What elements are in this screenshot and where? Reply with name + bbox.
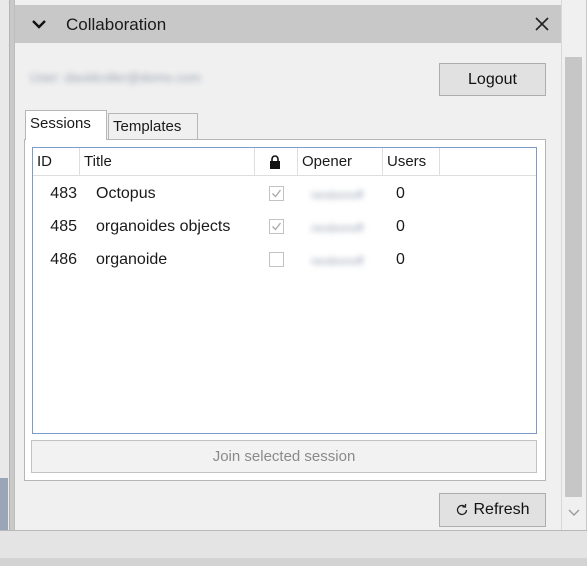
chevron-down-icon[interactable] bbox=[29, 15, 49, 33]
cell-id: 485 bbox=[50, 218, 77, 235]
sessions-list[interactable]: ID Title Opener Users 483 Octopus nesbon… bbox=[32, 147, 537, 434]
panel-title: Collaboration bbox=[66, 15, 167, 34]
cell-id: 486 bbox=[50, 251, 77, 268]
cell-users: 0 bbox=[396, 251, 405, 268]
scrollbar-thumb[interactable] bbox=[565, 57, 582, 497]
lock-checkbox[interactable] bbox=[269, 252, 284, 267]
column-header-id[interactable]: ID bbox=[33, 148, 79, 176]
collaboration-panel: Collaboration User: davidcoller@domo.com… bbox=[14, 0, 562, 530]
tab-sessions[interactable]: Sessions bbox=[25, 110, 107, 140]
column-header-filler bbox=[440, 148, 536, 176]
column-header-title[interactable]: Title bbox=[80, 148, 254, 176]
lock-checkbox[interactable] bbox=[269, 186, 284, 201]
table-row[interactable]: 483 Octopus nesbonoff 0 bbox=[33, 178, 536, 210]
cell-id: 483 bbox=[50, 185, 77, 202]
cell-title: organoide bbox=[96, 251, 168, 268]
cell-users: 0 bbox=[396, 218, 405, 235]
refresh-label: Refresh bbox=[473, 501, 530, 518]
cell-title: organoides objects bbox=[96, 218, 231, 235]
scroll-down-icon[interactable] bbox=[567, 508, 581, 518]
checkmark-icon bbox=[272, 189, 282, 198]
column-header-users[interactable]: Users bbox=[383, 148, 439, 176]
lock-icon bbox=[270, 155, 280, 169]
refresh-icon bbox=[457, 503, 468, 516]
left-edge-accent bbox=[0, 478, 8, 530]
left-window-edge bbox=[0, 0, 10, 565]
cell-title: Octopus bbox=[96, 185, 156, 202]
vertical-scrollbar[interactable] bbox=[561, 0, 586, 530]
lock-checkbox[interactable] bbox=[269, 219, 284, 234]
cell-opener: nesbonoff bbox=[311, 254, 364, 268]
cell-users: 0 bbox=[396, 185, 405, 202]
table-row[interactable]: 485 organoides objects nesbonoff 0 bbox=[33, 211, 536, 243]
table-row[interactable]: 486 organoide nesbonoff 0 bbox=[33, 244, 536, 276]
user-label: User: davidcoller@domo.com bbox=[30, 70, 201, 85]
cell-opener: nesbonoff bbox=[311, 188, 364, 202]
cell-opener: nesbonoff bbox=[311, 221, 364, 235]
checkmark-icon bbox=[272, 222, 282, 231]
column-header-opener[interactable]: Opener bbox=[298, 148, 382, 176]
logout-button[interactable]: Logout bbox=[439, 63, 546, 96]
column-header-lock[interactable] bbox=[255, 148, 297, 176]
sessions-tab-page: ID Title Opener Users 483 Octopus nesbon… bbox=[24, 139, 546, 481]
bottom-window-edge bbox=[0, 530, 587, 566]
join-session-button[interactable]: Join selected session bbox=[31, 440, 537, 473]
refresh-button[interactable]: Refresh bbox=[439, 493, 546, 527]
panel-header[interactable]: Collaboration bbox=[15, 5, 562, 43]
close-icon[interactable] bbox=[531, 13, 553, 35]
tab-templates[interactable]: Templates bbox=[108, 113, 198, 140]
